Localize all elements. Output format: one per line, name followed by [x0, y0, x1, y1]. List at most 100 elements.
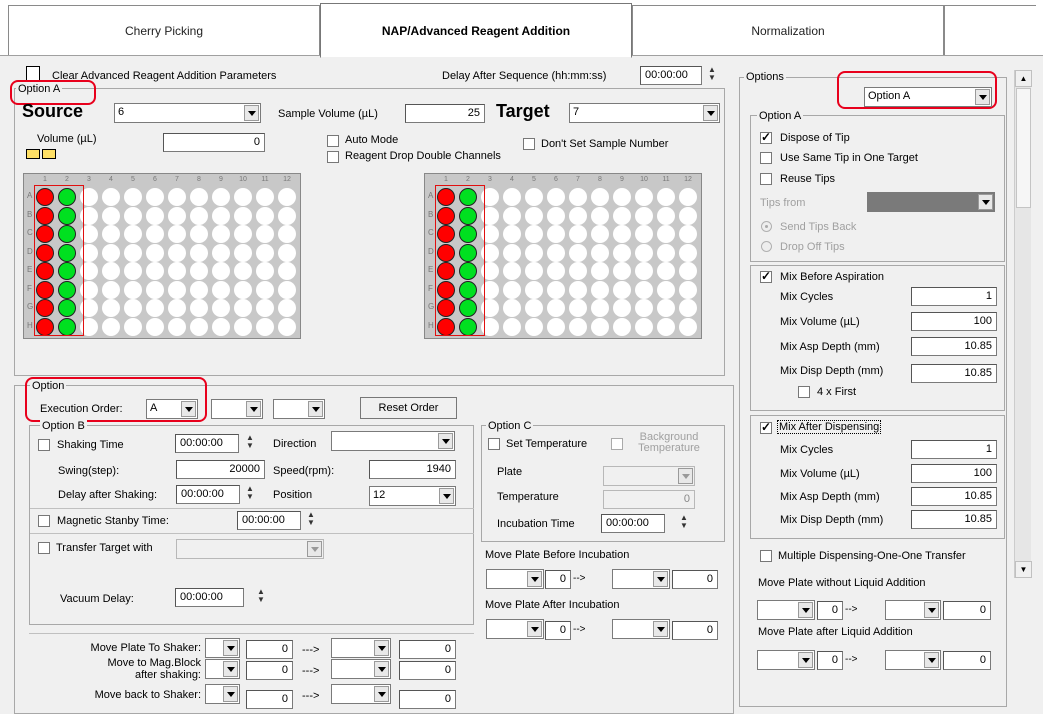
plate-well[interactable] — [547, 225, 565, 243]
plate-well[interactable] — [503, 243, 521, 262]
plate-well[interactable] — [278, 280, 296, 299]
plate-well[interactable] — [679, 225, 697, 243]
mix-after-cycles-input[interactable]: 1 — [911, 440, 997, 459]
move-to-shaker-select-2[interactable] — [331, 638, 391, 658]
plate-well[interactable] — [212, 262, 230, 280]
send-tips-back-radio[interactable] — [761, 221, 772, 232]
plate-well[interactable] — [569, 299, 587, 317]
open-folder-icon[interactable] — [42, 149, 56, 159]
plate-well[interactable] — [635, 317, 653, 336]
plate-well[interactable] — [547, 317, 565, 336]
plate-well[interactable] — [278, 188, 296, 206]
move-to-mag-select-1[interactable] — [205, 659, 240, 679]
mix-after-disp-input[interactable]: 10.85 — [911, 510, 997, 529]
plate-well[interactable] — [190, 188, 208, 206]
plate-well[interactable] — [234, 280, 252, 299]
execution-order-select-2[interactable] — [211, 399, 263, 419]
plate-well[interactable] — [547, 188, 565, 206]
plate-well[interactable] — [569, 262, 587, 280]
delay-spinner[interactable]: ▲ ▼ — [705, 66, 719, 85]
move-back-select-2[interactable] — [331, 684, 391, 704]
incubation-time-input[interactable]: 00:00:00 — [601, 514, 665, 533]
move-after-liquid-input-2[interactable]: 0 — [943, 651, 991, 670]
plate-well[interactable] — [190, 243, 208, 262]
move-back-input-2[interactable]: 0 — [399, 690, 456, 709]
plate-well[interactable] — [256, 206, 274, 225]
plate-well[interactable] — [613, 243, 631, 262]
mix-after-asp-input[interactable]: 10.85 — [911, 487, 997, 506]
plate-well[interactable] — [190, 225, 208, 243]
plate-well[interactable] — [591, 225, 609, 243]
plate-well[interactable] — [657, 317, 675, 336]
plate-well[interactable] — [124, 280, 142, 299]
plate-well[interactable] — [146, 243, 164, 262]
plate-well[interactable] — [146, 225, 164, 243]
plate-well[interactable] — [146, 206, 164, 225]
target-select[interactable]: 7 — [569, 103, 720, 123]
plate-well[interactable] — [591, 317, 609, 336]
plate-well[interactable] — [102, 188, 120, 206]
tab-extra[interactable] — [944, 5, 1036, 55]
magnetic-input[interactable]: 00:00:00 — [237, 511, 301, 530]
plate-well[interactable] — [234, 317, 252, 336]
move-without-select-2[interactable] — [885, 600, 941, 620]
plate-well[interactable] — [591, 262, 609, 280]
mix-after-checkbox[interactable] — [760, 420, 772, 434]
magnetic-spinner[interactable]: ▲ ▼ — [304, 511, 318, 530]
execution-order-select-1[interactable]: A — [146, 399, 198, 419]
multiple-dispensing-checkbox[interactable] — [760, 550, 772, 562]
scroll-up-icon[interactable]: ▲ — [1015, 70, 1032, 87]
vertical-scrollbar[interactable]: ▲ ▼ — [1014, 70, 1032, 578]
plate-well[interactable] — [146, 280, 164, 299]
delay-after-shaking-input[interactable]: 00:00:00 — [176, 485, 240, 504]
mix-before-volume-input[interactable]: 100 — [911, 312, 997, 331]
plate-well[interactable] — [657, 299, 675, 317]
delay-after-shaking-spinner[interactable]: ▲ ▼ — [243, 485, 257, 504]
mix-before-asp-input[interactable]: 10.85 — [911, 337, 997, 356]
plate-well[interactable] — [168, 188, 186, 206]
plate-well[interactable] — [256, 225, 274, 243]
plate-well[interactable] — [525, 225, 543, 243]
shaking-time-input[interactable]: 00:00:00 — [175, 434, 239, 453]
plate-well[interactable] — [234, 206, 252, 225]
plate-well[interactable] — [591, 206, 609, 225]
mix-before-cycles-input[interactable]: 1 — [911, 287, 997, 306]
position-select[interactable]: 12 — [369, 486, 456, 506]
transfer-target-select[interactable] — [176, 539, 324, 559]
plate-well[interactable] — [679, 206, 697, 225]
plate-well[interactable] — [635, 299, 653, 317]
plate-well[interactable] — [278, 262, 296, 280]
plate-well[interactable] — [278, 206, 296, 225]
plate-well[interactable] — [503, 225, 521, 243]
move-back-select-1[interactable] — [205, 684, 240, 704]
plate-well[interactable] — [635, 280, 653, 299]
plate-well[interactable] — [525, 299, 543, 317]
plate-well[interactable] — [679, 299, 697, 317]
plate-well[interactable] — [657, 206, 675, 225]
plate-well[interactable] — [168, 299, 186, 317]
shaking-time-spinner[interactable]: ▲ ▼ — [243, 434, 257, 453]
plate-well[interactable] — [146, 262, 164, 280]
dispose-tip-checkbox[interactable] — [760, 130, 772, 144]
move-after-liquid-select-1[interactable] — [757, 650, 815, 670]
plate-well[interactable] — [278, 299, 296, 317]
plate-well[interactable] — [102, 317, 120, 336]
plate-well[interactable] — [547, 299, 565, 317]
plate-well[interactable] — [278, 225, 296, 243]
plate-well[interactable] — [146, 188, 164, 206]
plate-well[interactable] — [525, 280, 543, 299]
background-temperature-checkbox[interactable] — [611, 438, 623, 450]
plate-well[interactable] — [168, 317, 186, 336]
mix-before-checkbox[interactable] — [760, 269, 772, 283]
move-to-shaker-input-1[interactable]: 0 — [246, 640, 293, 659]
plate-well[interactable] — [525, 188, 543, 206]
vacuum-delay-input[interactable]: 00:00:00 — [175, 588, 244, 607]
auto-mode-checkbox[interactable] — [327, 135, 339, 147]
plate-well[interactable] — [256, 188, 274, 206]
tab-cherry-picking[interactable]: Cherry Picking — [8, 5, 320, 55]
temperature-input[interactable]: 0 — [603, 490, 695, 509]
move-after-input-1[interactable]: 0 — [545, 621, 571, 640]
plate-well[interactable] — [613, 280, 631, 299]
plate-well[interactable] — [635, 225, 653, 243]
plate-well[interactable] — [613, 188, 631, 206]
